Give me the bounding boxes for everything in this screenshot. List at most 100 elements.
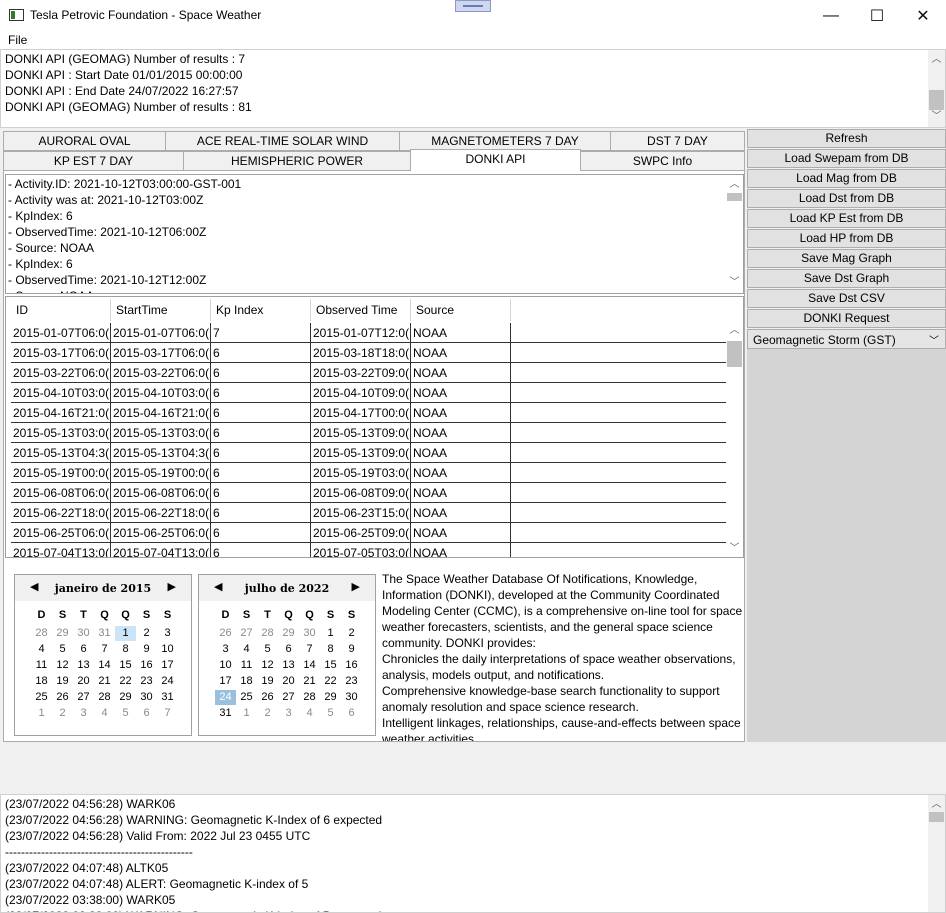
calendar-day[interactable]: 19	[52, 674, 73, 689]
calendar-day[interactable]: 25	[236, 690, 257, 705]
table-row[interactable]: 2015-06-08T06:0(2015-06-08T06:0(6 2015-06…	[11, 483, 726, 503]
calendar-day[interactable]: 6	[341, 706, 362, 721]
calendar-day[interactable]: 17	[215, 674, 236, 689]
table-scrollbar[interactable]: ︿ ﹀	[726, 323, 743, 557]
table-row[interactable]: 2015-03-22T06:0(2015-03-22T06:0(6 2015-03…	[11, 363, 726, 383]
save-dst-graph-button[interactable]: Save Dst Graph	[747, 269, 946, 288]
calendar-day[interactable]: 9	[341, 642, 362, 657]
calendar-day[interactable]: 1	[115, 626, 136, 641]
calendar-day[interactable]: 28	[257, 626, 278, 641]
close-button[interactable]: ✕	[900, 0, 946, 32]
calendar-day[interactable]: 30	[341, 690, 362, 705]
scroll-down-icon[interactable]: ﹀	[726, 541, 743, 557]
maximize-button[interactable]: ☐	[854, 0, 900, 32]
calendar-day[interactable]: 28	[299, 690, 320, 705]
chevron-down-icon[interactable]: ﹀	[929, 332, 939, 347]
calendar-day[interactable]: 5	[115, 706, 136, 721]
calendar-day[interactable]: 6	[278, 642, 299, 657]
calendar-day[interactable]: 27	[236, 626, 257, 641]
event-type-select[interactable]: Geomagnetic Storm (GST) ﹀	[747, 329, 946, 349]
scroll-down-icon[interactable]: ﹀	[726, 275, 743, 291]
calendar-day[interactable]: 27	[73, 690, 94, 705]
calendar-day[interactable]: 13	[278, 658, 299, 673]
calendar-day[interactable]: 13	[73, 658, 94, 673]
calendar-day[interactable]: 21	[94, 674, 115, 689]
scroll-thumb[interactable]	[929, 812, 944, 822]
calendar-day[interactable]: 5	[320, 706, 341, 721]
calendar-day[interactable]: 24	[157, 674, 178, 689]
calendar-day[interactable]: 29	[52, 626, 73, 641]
calendar-day[interactable]: 1	[31, 706, 52, 721]
start-date-calendar[interactable]: ◀ janeiro de 2015 ▶ D S T Q Q S S 28 29 30 31 1 2 3 4 5…	[14, 574, 192, 736]
calendar-day[interactable]: 14	[299, 658, 320, 673]
calendar-day[interactable]: 28	[31, 626, 52, 641]
calendar-day[interactable]: 29	[278, 626, 299, 641]
calendar-day[interactable]: 3	[278, 706, 299, 721]
calendar-day[interactable]: 28	[94, 690, 115, 705]
next-month-icon[interactable]: ▶	[168, 580, 176, 593]
tab-kp-est[interactable]: KP EST 7 DAY	[3, 151, 184, 171]
column-header-id[interactable]: ID	[11, 299, 111, 321]
table-row[interactable]: 2015-06-22T18:0(2015-06-22T18:0(6 2015-06…	[11, 503, 726, 523]
table-row[interactable]: 2015-05-13T04:3(2015-05-13T04:3(6 2015-05…	[11, 443, 726, 463]
calendar-day[interactable]: 20	[278, 674, 299, 689]
table-row[interactable]: 2015-05-13T03:0(2015-05-13T03:0(6 2015-05…	[11, 423, 726, 443]
table-row[interactable]: 2015-06-25T06:0(2015-06-25T06:0(6 2015-06…	[11, 523, 726, 543]
calendar-day[interactable]: 5	[257, 642, 278, 657]
top-log[interactable]: DONKI API (GEOMAG) Number of results : 7…	[0, 49, 946, 128]
calendar-month-title[interactable]: janeiro de 2015	[15, 582, 191, 595]
calendar-day[interactable]: 15	[320, 658, 341, 673]
column-header-observed-time[interactable]: Observed Time	[311, 299, 411, 321]
calendar-day[interactable]: 15	[115, 658, 136, 673]
calendar-day[interactable]: 6	[136, 706, 157, 721]
calendar-day[interactable]: 22	[115, 674, 136, 689]
calendar-day[interactable]: 4	[31, 642, 52, 657]
calendar-day[interactable]: 3	[157, 626, 178, 641]
calendar-day[interactable]: 7	[299, 642, 320, 657]
calendar-day[interactable]: 27	[278, 690, 299, 705]
calendar-day[interactable]: 3	[73, 706, 94, 721]
scroll-up-icon[interactable]: ︿	[726, 177, 743, 193]
calendar-day[interactable]: 21	[299, 674, 320, 689]
calendar-day[interactable]: 14	[94, 658, 115, 673]
load-hp-from-db-button[interactable]: Load HP from DB	[747, 229, 946, 248]
tab-auroral-oval[interactable]: AURORAL OVAL	[3, 131, 166, 151]
scroll-thumb[interactable]	[929, 90, 944, 110]
calendar-day[interactable]: 16	[136, 658, 157, 673]
calendar-day[interactable]: 20	[73, 674, 94, 689]
column-header-source[interactable]: Source	[411, 299, 511, 321]
calendar-day[interactable]: 24	[215, 690, 236, 705]
top-log-scrollbar[interactable]: ︿ ﹀	[928, 50, 945, 127]
tab-magnetometers[interactable]: MAGNETOMETERS 7 DAY	[399, 131, 611, 151]
calendar-day[interactable]: 30	[299, 626, 320, 641]
calendar-day[interactable]: 31	[215, 706, 236, 721]
calendar-day[interactable]: 26	[52, 690, 73, 705]
calendar-day[interactable]: 31	[94, 626, 115, 641]
calendar-day[interactable]: 10	[157, 642, 178, 657]
calendar-day[interactable]: 17	[157, 658, 178, 673]
calendar-day[interactable]: 3	[215, 642, 236, 657]
scroll-up-icon[interactable]: ︿	[928, 797, 945, 813]
table-row[interactable]: 2015-01-07T06:0(2015-01-07T06:0(7 2015-01…	[11, 323, 726, 343]
calendar-day[interactable]: 18	[236, 674, 257, 689]
calendar-day[interactable]: 26	[257, 690, 278, 705]
table-row[interactable]: 2015-07-04T13:0(2015-07-04T13:0(6 2015-07…	[11, 543, 726, 557]
calendar-day[interactable]: 25	[31, 690, 52, 705]
table-row[interactable]: 2015-04-10T03:0(2015-04-10T03:0(6 2015-04…	[11, 383, 726, 403]
tab-swpc-info[interactable]: SWPC Info	[580, 151, 745, 171]
calendar-day[interactable]: 8	[115, 642, 136, 657]
tab-hemispheric-power[interactable]: HEMISPHERIC POWER	[183, 151, 411, 171]
drag-handle[interactable]	[455, 0, 491, 12]
tab-ace-solar-wind[interactable]: ACE REAL-TIME SOLAR WIND	[165, 131, 400, 151]
scroll-down-icon[interactable]: ﹀	[928, 109, 945, 125]
calendar-day[interactable]: 8	[320, 642, 341, 657]
calendar-day[interactable]: 4	[299, 706, 320, 721]
calendar-day[interactable]: 12	[52, 658, 73, 673]
calendar-day[interactable]: 16	[341, 658, 362, 673]
calendar-day[interactable]: 4	[236, 642, 257, 657]
calendar-day[interactable]: 30	[136, 690, 157, 705]
scroll-thumb[interactable]	[727, 341, 742, 367]
scroll-thumb[interactable]	[727, 193, 742, 201]
alerts-log-scrollbar[interactable]: ︿	[928, 795, 945, 912]
scroll-up-icon[interactable]: ︿	[726, 323, 743, 339]
